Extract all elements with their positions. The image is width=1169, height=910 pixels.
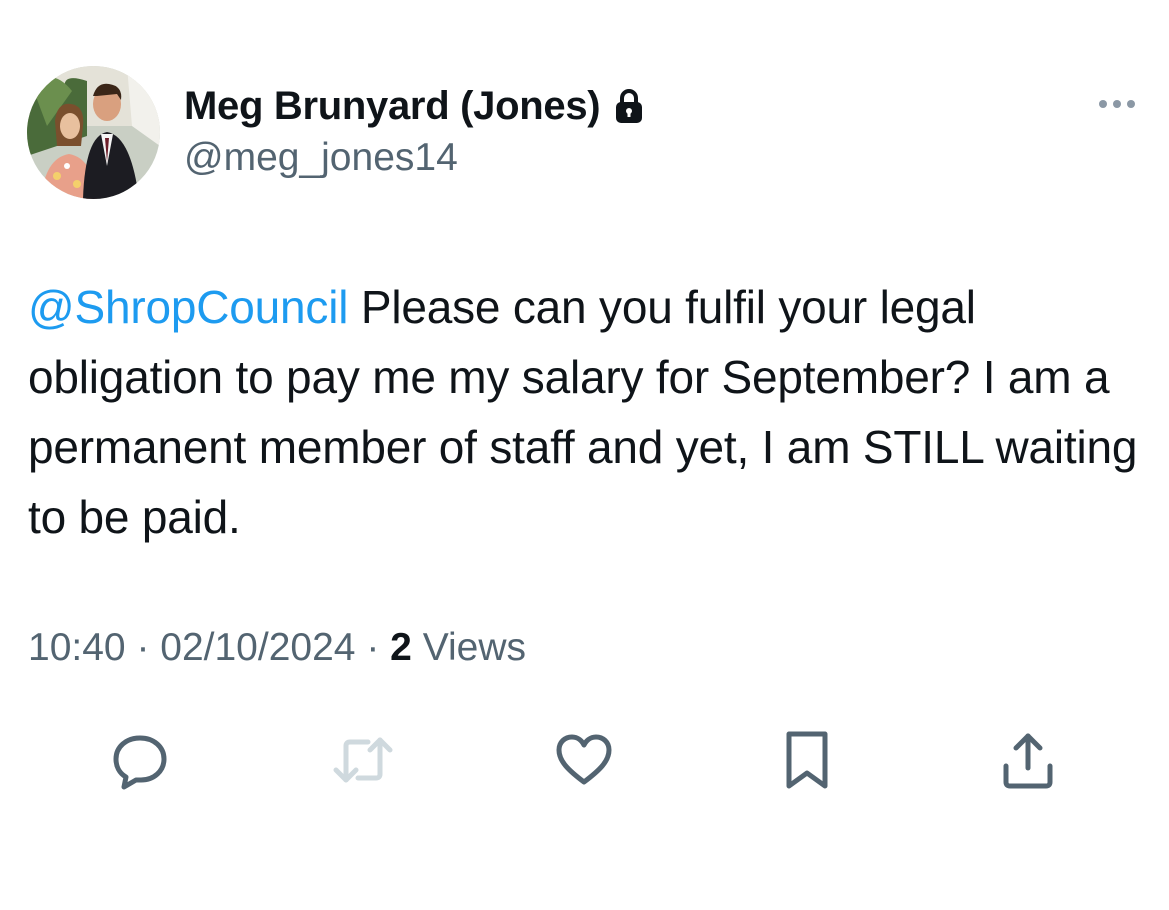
avatar[interactable] (27, 66, 160, 199)
avatar-photo (27, 66, 160, 199)
views-count: 2 (390, 626, 412, 669)
heart-icon (556, 734, 612, 785)
meta-separator: · (125, 626, 161, 669)
author-name-row: Meg Brunyard (Jones) (184, 78, 644, 134)
more-options-button[interactable] (1086, 86, 1146, 122)
tweet-text: @ShropCouncil Please can you fulfil your… (28, 272, 1138, 552)
mention-link[interactable]: @ShropCouncil (28, 281, 348, 333)
bookmark-button[interactable] (767, 720, 847, 800)
author-handle[interactable]: @meg_jones14 (184, 136, 458, 180)
tweet: Meg Brunyard (Jones) @meg_jones14 @Shrop… (0, 0, 1169, 910)
reply-button[interactable] (100, 720, 180, 800)
retweet-button[interactable] (323, 720, 403, 800)
lock-icon (614, 87, 644, 125)
reply-icon (113, 735, 167, 790)
tweet-time[interactable]: 10:40 (28, 626, 126, 669)
meta-separator: · (355, 626, 391, 669)
views-label: Views (411, 626, 527, 669)
share-button[interactable] (988, 720, 1068, 800)
author-display-name[interactable]: Meg Brunyard (Jones) (184, 84, 601, 129)
retweet-icon (333, 737, 393, 783)
tweet-date[interactable]: 02/10/2024 (160, 626, 355, 669)
like-button[interactable] (544, 720, 624, 800)
more-icon (1099, 100, 1135, 108)
share-icon (1003, 733, 1053, 789)
tweet-meta: 10:40 · 02/10/2024 · 2 Views (28, 626, 526, 670)
action-bar (0, 720, 1169, 800)
bookmark-icon (786, 731, 828, 789)
